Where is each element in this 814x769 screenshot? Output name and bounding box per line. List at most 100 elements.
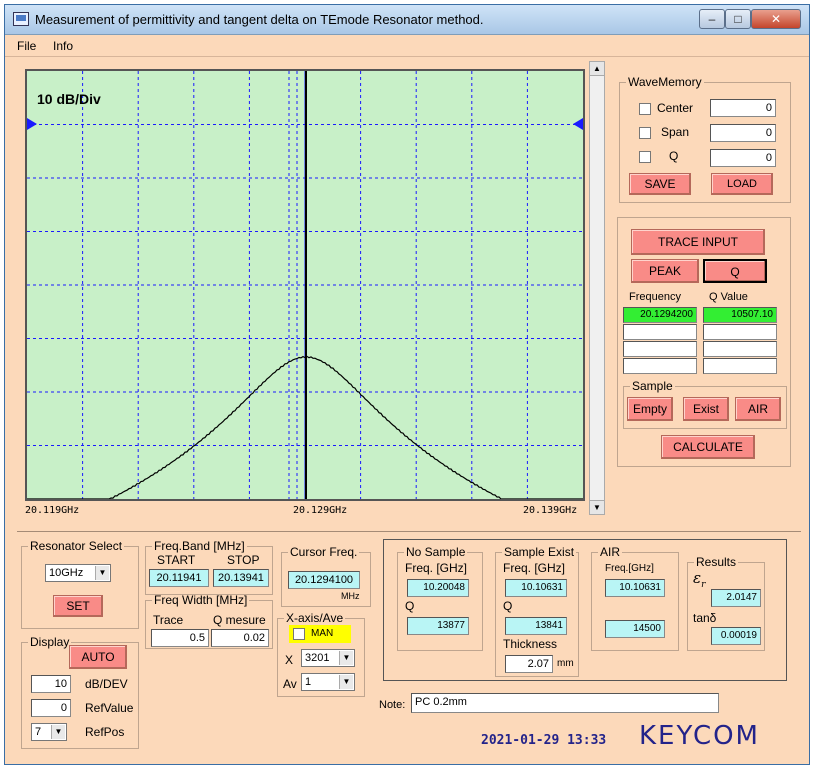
stop-label: STOP — [227, 553, 260, 567]
refpos-select[interactable]: 7 ▼ — [31, 723, 67, 741]
app-icon — [13, 12, 29, 26]
x-tick-center: 20.129GHz — [293, 505, 348, 516]
plot-scrollbar[interactable]: ▲ ▼ — [589, 61, 605, 515]
no-sample-q-label: Q — [405, 599, 415, 613]
db-dev-label: dB/DEV — [85, 677, 128, 691]
exist-button[interactable]: Exist — [683, 397, 729, 421]
q-memory-field[interactable]: 0 — [710, 149, 776, 167]
set-button[interactable]: SET — [53, 595, 103, 617]
menu-file[interactable]: File — [17, 39, 36, 53]
cursor-freq-field[interactable]: 20.1294100 — [288, 571, 360, 589]
plot-frame: 10 dB/Div 20.119GHz 20.129GHz 20.139GHz — [17, 61, 591, 521]
air-freq-field[interactable]: 10.10631 — [605, 579, 665, 597]
scale-label: 10 dB/Div — [37, 91, 101, 107]
center-label: Center — [657, 101, 694, 115]
span-checkbox[interactable] — [639, 127, 651, 139]
spectrum-svg — [27, 71, 583, 499]
maximize-button[interactable]: □ — [725, 9, 751, 29]
span-label: Span — [661, 125, 690, 139]
thickness-label: Thickness — [503, 637, 558, 651]
refpos-select-value: 7 — [35, 726, 42, 738]
ref-marker-right-icon — [573, 118, 583, 130]
load-button[interactable]: LOAD — [711, 173, 773, 195]
ref-marker-left-icon — [27, 118, 37, 130]
empty-button[interactable]: Empty — [627, 397, 673, 421]
no-sample-freq-field[interactable]: 10.20048 — [407, 579, 469, 597]
air-q-field[interactable]: 14500 — [605, 620, 665, 638]
note-label: Note: — [379, 699, 406, 711]
average-value: 1 — [305, 676, 312, 688]
q-value-field-2[interactable] — [703, 324, 777, 340]
trace-input-button[interactable]: TRACE INPUT — [631, 229, 765, 255]
permittivity-field[interactable]: 2.0147 — [711, 589, 761, 607]
average-select[interactable]: 1 ▼ — [301, 673, 355, 691]
scroll-down-icon[interactable]: ▼ — [590, 500, 604, 514]
q-memory-label: Q — [669, 149, 679, 163]
window-title: Measurement of permittivity and tangent … — [35, 12, 484, 27]
average-label: Av — [283, 677, 297, 691]
center-memory-field[interactable]: 0 — [710, 99, 776, 117]
menu-info[interactable]: Info — [53, 39, 73, 53]
calculate-button[interactable]: CALCULATE — [661, 435, 755, 459]
main-window: Measurement of permittivity and tangent … — [4, 4, 810, 765]
resonator-select-value: 10GHz — [49, 567, 84, 579]
resonator-select[interactable]: 10GHz ▼ — [45, 564, 111, 582]
q-value-header: Q Value — [709, 291, 748, 303]
frequency-field-2[interactable] — [623, 324, 697, 340]
note-field[interactable]: PC 0.2mm — [411, 693, 719, 713]
cursor-legend: Cursor Freq. — [290, 545, 358, 559]
frequency-field-4[interactable] — [623, 358, 697, 374]
q-mesure-label: Q mesure — [213, 613, 266, 627]
q-value-field-3[interactable] — [703, 341, 777, 357]
no-sample-q-field[interactable]: 13877 — [407, 617, 469, 635]
minimize-button[interactable]: – — [699, 9, 725, 29]
q-checkbox[interactable] — [639, 151, 651, 163]
x-tick-start: 20.119GHz — [25, 505, 80, 516]
divider — [17, 531, 801, 532]
refpos-label: RefPos — [85, 725, 125, 739]
x-points-label: X — [285, 653, 294, 667]
thickness-field[interactable]: 2.07 — [505, 655, 553, 673]
start-freq-field[interactable]: 20.11941 — [149, 569, 209, 587]
center-checkbox[interactable] — [639, 103, 651, 115]
span-memory-field[interactable]: 0 — [710, 124, 776, 142]
chevron-down-icon: ▼ — [339, 675, 353, 689]
auto-button[interactable]: AUTO — [69, 645, 127, 669]
thickness-unit: mm — [557, 658, 574, 669]
no-sample-freq-label: Freq. [GHz] — [405, 561, 468, 575]
sample-exist-q-field[interactable]: 13841 — [505, 617, 567, 635]
display-legend: Display — [30, 635, 70, 649]
q-value-field-4[interactable] — [703, 358, 777, 374]
start-label: START — [157, 553, 196, 567]
ref-value-field[interactable]: 0 — [31, 699, 71, 717]
stop-freq-field[interactable]: 20.13941 — [213, 569, 269, 587]
menu-bar: File Info — [5, 35, 809, 57]
peak-button[interactable]: PEAK — [631, 259, 699, 283]
db-dev-field[interactable]: 10 — [31, 675, 71, 693]
frequency-field-3[interactable] — [623, 341, 697, 357]
x-tick-stop: 20.139GHz — [523, 505, 578, 516]
q-button[interactable]: Q — [703, 259, 767, 283]
q-value-field-1[interactable]: 10507.10 — [703, 307, 777, 323]
save-button[interactable]: SAVE — [629, 173, 691, 195]
frequency-field-1[interactable]: 20.1294200 — [623, 307, 697, 323]
cursor-unit: MHz — [341, 591, 360, 601]
title-bar: Measurement of permittivity and tangent … — [5, 5, 809, 35]
tan-delta-field[interactable]: 0.00019 — [711, 627, 761, 645]
q-mesure-field[interactable]: 0.02 — [211, 629, 269, 647]
x-points-select[interactable]: 3201 ▼ — [301, 649, 355, 667]
close-button[interactable]: ✕ — [751, 9, 801, 29]
scroll-up-icon[interactable]: ▲ — [590, 62, 604, 76]
sample-legend: Sample — [632, 379, 673, 393]
air-sample-button[interactable]: AIR — [735, 397, 781, 421]
chevron-down-icon: ▼ — [51, 725, 65, 739]
resonator-legend: Resonator Select — [30, 539, 123, 553]
sample-exist-legend: Sample Exist — [504, 545, 575, 559]
sample-exist-freq-field[interactable]: 10.10631 — [505, 579, 567, 597]
man-label: MAN — [311, 628, 334, 639]
trace-width-field[interactable]: 0.5 — [151, 629, 209, 647]
epsilon-label: εr — [693, 569, 705, 590]
sample-exist-freq-label: Freq. [GHz] — [503, 561, 566, 575]
man-checkbox[interactable] — [293, 628, 305, 640]
spectrum-plot[interactable]: 10 dB/Div — [25, 69, 585, 501]
